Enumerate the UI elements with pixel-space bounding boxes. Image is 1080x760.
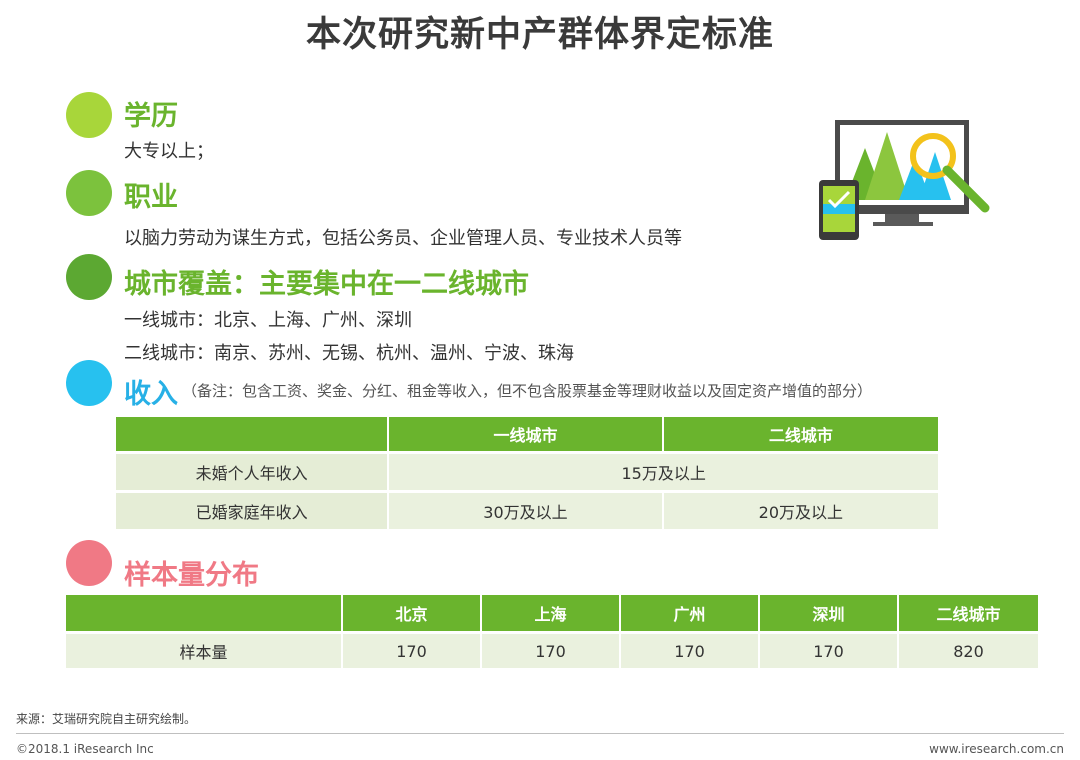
- tablet-icon: [819, 180, 859, 240]
- section-text-education: 大专以上；: [124, 141, 214, 162]
- bullet-circle-dark-green: [66, 254, 112, 300]
- section-text-occupation: 以脑力劳动为谋生方式，包括公务员、企业管理人员、专业技术人员等: [124, 228, 682, 249]
- section-note-income: （备注：包含工资、奖金、分红、租金等收入，但不包含股票基金等理财收益以及固定资产…: [182, 382, 873, 400]
- bullet-circle-lime: [66, 92, 112, 138]
- sample-cell-shenzhen: 170: [760, 631, 899, 668]
- bullet-circle-blue: [66, 360, 112, 406]
- income-table-header: 一线城市 二线城市: [116, 417, 938, 451]
- sample-table: 北京 上海 广州 深圳 二线城市 样本量 170 170 170 170 820: [66, 595, 1038, 668]
- sample-header-shenzhen: 深圳: [760, 595, 899, 631]
- sample-header-guangzhou: 广州: [621, 595, 760, 631]
- source-note: 来源：艾瑞研究院自主研究绘制。: [16, 712, 197, 726]
- sample-table-header: 北京 上海 广州 深圳 二线城市: [66, 595, 1038, 631]
- table-row: 未婚个人年收入 15万及以上: [116, 451, 938, 490]
- income-header-tier2: 二线城市: [663, 417, 938, 451]
- section-title-income: 收入: [124, 379, 178, 410]
- section-text-city-tier2: 二线城市：南京、苏州、无锡、杭州、温州、宁波、珠海: [124, 343, 574, 364]
- bullet-circle-pink: [66, 540, 112, 586]
- income-row-label: 未婚个人年收入: [116, 451, 390, 490]
- table-row: 样本量 170 170 170 170 820: [66, 631, 1038, 668]
- section-title-occupation: 职业: [124, 182, 178, 213]
- income-cell-tier2: 20万及以上: [663, 490, 938, 529]
- income-header-empty: [116, 417, 390, 451]
- section-title-education: 学历: [124, 101, 178, 132]
- footer-divider: [16, 733, 1064, 734]
- sample-cell-beijing: 170: [343, 631, 482, 668]
- table-row: 已婚家庭年收入 30万及以上 20万及以上: [116, 490, 938, 529]
- income-cell-merged: 15万及以上: [389, 451, 938, 490]
- sample-cell-shanghai: 170: [482, 631, 621, 668]
- section-title-sample: 样本量分布: [124, 560, 259, 591]
- sample-cell-tier2: 820: [899, 631, 1038, 668]
- sample-row-label: 样本量: [66, 631, 343, 668]
- bullet-circle-green: [66, 170, 112, 216]
- sample-header-empty: [66, 595, 343, 631]
- sample-header-tier2: 二线城市: [899, 595, 1038, 631]
- income-table: 一线城市 二线城市 未婚个人年收入 15万及以上 已婚家庭年收入 30万及以上 …: [116, 417, 938, 529]
- sample-cell-guangzhou: 170: [621, 631, 760, 668]
- monitor-illustration: [819, 120, 990, 240]
- income-header-tier1: 一线城市: [389, 417, 664, 451]
- copyright-text: ©2018.1 iResearch Inc: [16, 742, 154, 756]
- income-row-label: 已婚家庭年收入: [116, 490, 390, 529]
- section-title-city: 城市覆盖：主要集中在一二线城市: [124, 269, 529, 300]
- footer-url: www.iresearch.com.cn: [929, 742, 1064, 756]
- page-title: 本次研究新中产群体界定标准: [305, 15, 774, 55]
- income-cell-tier1: 30万及以上: [389, 490, 664, 529]
- sample-header-shanghai: 上海: [482, 595, 621, 631]
- sample-header-beijing: 北京: [343, 595, 482, 631]
- section-text-city-tier1: 一线城市：北京、上海、广州、深圳: [124, 310, 412, 331]
